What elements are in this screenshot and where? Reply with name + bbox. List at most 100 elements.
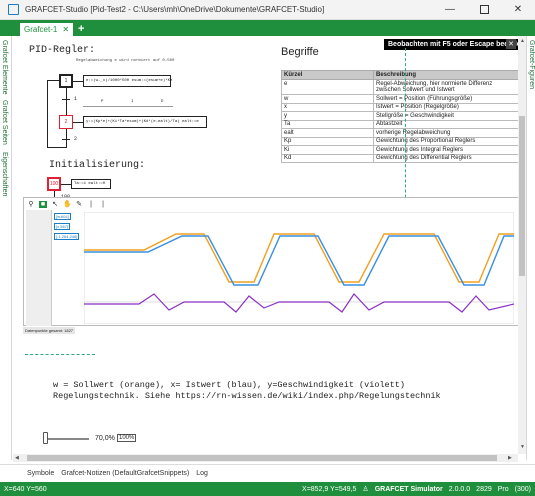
transition-bar[interactable]: [62, 139, 70, 140]
signal-x-value: [x,567]: [54, 223, 71, 230]
step-action-link: [73, 122, 83, 123]
zoom-slider-thumb[interactable]: [43, 432, 48, 444]
simulator-status: Datenpunkte gesamt: 1827: [23, 327, 76, 334]
scroll-down-icon[interactable]: ▼: [520, 444, 525, 450]
tab-log[interactable]: Log: [196, 470, 208, 477]
tab-symbole[interactable]: Symbole: [27, 470, 54, 477]
zoom-tool-icon[interactable]: ⚲: [27, 200, 35, 208]
condition-label-d: D: [161, 100, 164, 104]
grafcet-step-100[interactable]: 100: [47, 177, 61, 191]
signal-y-label[interactable]: [-1.264,248]: [54, 233, 80, 240]
table-row: Kd Gewichtung des Differential Reglers: [281, 153, 518, 163]
zoom-100-button[interactable]: 100%: [117, 434, 137, 442]
simulator-toolbar: ⚲ ■ ↖ ✋ ✎ | |: [24, 198, 518, 210]
initialization-title: Initialisierung:: [49, 160, 146, 171]
action-step-100[interactable]: Ta:=1 ealt:=0: [71, 179, 111, 189]
loop-back-line: [47, 80, 59, 81]
term-desc: vorherige Regelabweichung: [373, 128, 518, 138]
step-action-link: [61, 184, 71, 185]
signal-w-value: [w,604]: [54, 213, 71, 220]
signal-y-value: [-1.264,248]: [54, 233, 80, 240]
condition-divider: [83, 106, 173, 107]
side-tab-eigenschaften[interactable]: Eigenschaften: [1, 152, 8, 196]
step-action-link: [73, 81, 83, 82]
table-row: Kp Gewichtung des Proportional Reglers: [281, 136, 518, 146]
vertical-scroll-thumb[interactable]: [519, 116, 525, 276]
table-row: w Sollwert = Position (Führungsgröße): [281, 94, 518, 104]
pid-note: Regelabweichung e wird normiert auf 0-50…: [76, 59, 175, 63]
signal-x-label[interactable]: [x,567]: [54, 223, 71, 230]
stop-tool-icon[interactable]: ■: [39, 200, 47, 208]
term-key: w: [281, 94, 374, 104]
status-edition: Pro: [497, 485, 509, 493]
tab-close-icon[interactable]: ✕: [62, 25, 69, 34]
action-step-1[interactable]: e:=(w-_x)/1000*500 esum:=(esum+e)*Kz: [83, 75, 172, 87]
grafcet-step-2[interactable]: 2: [59, 115, 73, 129]
simulator-panel[interactable]: ⚲ ■ ↖ ✋ ✎ | | [w,604] [x,567] [-1.264,24…: [23, 197, 519, 326]
vertical-scrollbar[interactable]: ▲ ▼: [518, 36, 526, 454]
tab-grafcet-notizen[interactable]: Grafcet-Notizen (DefaultGrafcetSnippets): [61, 470, 189, 477]
right-side-panel: Grafcet-Figuren: [526, 36, 535, 460]
loop-back-line: [47, 80, 48, 147]
term-key: Ta: [281, 119, 374, 129]
terms-header-description: Beschreibung: [373, 70, 518, 80]
term-desc: Abtastzeit: [373, 119, 518, 129]
side-tab-grafcet-seiten[interactable]: Grafcet Seiten: [1, 100, 8, 145]
scroll-up-icon[interactable]: ▲: [520, 38, 525, 44]
left-side-panel: Grafcet Elemente Grafcet Seiten Eigensch…: [0, 36, 12, 460]
condition-label-i: I: [131, 100, 134, 104]
flow-line: [66, 129, 67, 147]
signal-plot[interactable]: [84, 212, 514, 324]
table-row: e Regel-Abweichung, hier normierte Differ…: [281, 79, 518, 95]
zoom-level: 70,0%: [95, 435, 115, 442]
side-tab-grafcet-elemente[interactable]: Grafcet Elemente: [1, 40, 8, 94]
term-key: x: [281, 102, 374, 112]
terms-header-short: Kürzel: [281, 70, 374, 80]
scroll-left-icon[interactable]: ◀: [15, 455, 19, 461]
close-window-button[interactable]: ✕: [501, 0, 535, 20]
app-logo-icon: [8, 4, 19, 15]
maximize-icon: [479, 5, 489, 14]
horizontal-scrollbar[interactable]: ◀ ▶: [13, 454, 518, 462]
tab-grafcet-1[interactable]: Grafcet-1 ✕: [20, 23, 74, 36]
bottom-panel-tabs: Symbole Grafcet-Notizen (DefaultGrafcetS…: [0, 464, 535, 482]
side-tab-grafcet-figuren[interactable]: Grafcet-Figuren: [528, 40, 535, 89]
term-desc: Regel-Abweichung, hier normierte Differe…: [373, 79, 518, 95]
pid-title: PID-Regler:: [29, 45, 96, 56]
grafcet-step-1[interactable]: 1: [59, 74, 73, 88]
status-app-name: GRAFCET Simulator: [374, 485, 443, 493]
term-key: Ki: [281, 145, 374, 155]
status-version: 2.0.0.0: [448, 485, 471, 493]
table-row: Ta Abtastzeit: [281, 119, 518, 129]
action-step-2[interactable]: y:=(Kp*e)+(Ki*Ta*esum)+(Kd*(e-ealt)/Ta) …: [83, 116, 207, 128]
maximize-button[interactable]: [467, 0, 501, 20]
term-key: Kd: [281, 153, 374, 163]
add-tab-button[interactable]: +: [78, 23, 84, 36]
marker-tool-icon[interactable]: |: [99, 201, 107, 208]
transition-bar[interactable]: [62, 99, 70, 100]
pan-tool-icon[interactable]: ✋: [63, 200, 72, 208]
minimize-button[interactable]: —: [433, 0, 467, 20]
marker-tool-icon[interactable]: |: [87, 201, 95, 208]
zoom-slider-track[interactable]: [43, 438, 89, 440]
banner-close-button[interactable]: ✕: [506, 39, 516, 49]
flow-line: [66, 88, 67, 116]
terms-table: Kürzel Beschreibung e Regel-Abweichung, h…: [281, 70, 518, 163]
table-row: Ki Gewichtung des Integral Reglers: [281, 145, 518, 155]
title-bar: GRAFCET-Studio [Pid-Test2 - C:\Users\mh\…: [0, 0, 535, 20]
term-key: ealt: [281, 128, 374, 138]
edit-tool-icon[interactable]: ✎: [75, 200, 83, 208]
window-title: GRAFCET-Studio [Pid-Test2 - C:\Users\mh\…: [25, 5, 325, 14]
term-desc: Sollwert = Position (Führungsgröße): [373, 94, 518, 104]
scroll-right-icon[interactable]: ▶: [508, 455, 512, 461]
term-key: e: [281, 79, 374, 95]
term-desc: Istwert = Position (Regelgröße): [373, 102, 518, 112]
transition-2-label: 2: [74, 136, 78, 142]
table-row: x Istwert = Position (Regelgröße): [281, 102, 518, 112]
signal-w-label[interactable]: [w,604]: [54, 213, 71, 220]
document-tab-strip: Grafcet-1 ✕ +: [0, 20, 535, 36]
horizontal-scroll-thumb[interactable]: [27, 455, 497, 461]
pointer-tool-icon[interactable]: ↖: [51, 200, 59, 208]
term-key: Kp: [281, 136, 374, 146]
description-line-1: w = Sollwert (orange), x= Istwert (blau)…: [53, 380, 405, 390]
